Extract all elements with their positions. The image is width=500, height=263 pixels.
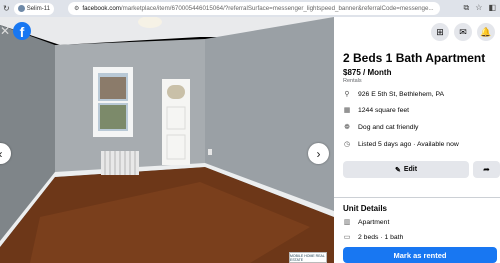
watermark-text: MOBILE HOME REAL ESTATE — [290, 253, 325, 262]
toolbar-left: ↻ Selim-11 — [0, 2, 54, 15]
close-icon[interactable]: ✕ — [0, 24, 10, 38]
listing-photo — [0, 17, 334, 263]
location-pin-icon: ⚲ — [344, 91, 350, 98]
url-path: /marketplace/item/670005446015064/?refer… — [120, 5, 434, 12]
detail-size-text: 1244 square feet — [358, 106, 410, 114]
listing-price: $875 / Month — [343, 68, 392, 77]
detail-listed-text: Listed 5 days ago · Available now — [358, 140, 459, 148]
share-button[interactable]: ➦ — [473, 161, 500, 178]
detail-listed: ◷ Listed 5 days ago · Available now — [343, 140, 459, 149]
unit-type: ▥ Apartment — [343, 218, 390, 227]
floor-plan-icon: ▦ — [343, 107, 351, 114]
notifications-icon[interactable]: 🔔 — [477, 23, 495, 41]
detail-pets: ❁ Dog and cat friendly — [343, 123, 419, 132]
cast-icon[interactable]: ⧉ — [464, 3, 470, 13]
unit-rooms-text: 2 beds · 1 bath — [358, 233, 404, 241]
edit-label: Edit — [403, 166, 418, 173]
listing-title: 2 Beds 1 Bath Apartment — [343, 51, 486, 65]
unit-details-heading: Unit Details — [343, 204, 388, 213]
url-domain: facebook.com — [82, 5, 121, 12]
profile-avatar — [17, 5, 25, 12]
apartment-icon: ▥ — [343, 219, 351, 226]
address-bar[interactable]: ⚙ facebook.com/marketplace/item/67000544… — [68, 2, 440, 15]
edit-button[interactable]: ✎ Edit — [343, 161, 469, 178]
watermark-logo: MOBILE HOME REAL ESTATE — [289, 252, 327, 263]
detail-address-text: 926 E 5th St, Bethlehem, PA — [358, 90, 445, 98]
bookmark-star-icon[interactable]: ☆ — [475, 3, 482, 13]
listing-panel: ⊞ ✉ 🔔 2 Beds 1 Bath Apartment $875 / Mon… — [334, 17, 500, 263]
menu-grid-icon[interactable]: ⊞ — [431, 23, 449, 41]
chevron-left-icon: ‹ — [0, 147, 3, 161]
facebook-logo-icon[interactable]: f — [13, 22, 31, 40]
detail-pets-text: Dog and cat friendly — [358, 123, 419, 131]
pencil-icon: ✎ — [394, 166, 401, 174]
messenger-icon[interactable]: ✉ — [454, 23, 472, 41]
mark-as-rented-button[interactable]: Mark as rented — [343, 247, 497, 263]
browser-toolbar: ↻ Selim-11 ⚙ facebook.com/marketplace/it… — [0, 0, 500, 17]
panel-top-bar: ⊞ ✉ 🔔 — [334, 17, 500, 47]
next-photo-button[interactable]: › — [308, 143, 329, 164]
divider — [334, 197, 500, 198]
photo-viewer: ✕ f ‹ › MOBILE HOME REAL ESTATE — [0, 17, 334, 263]
profile-chip[interactable]: Selim-11 — [13, 2, 54, 15]
site-info-icon[interactable]: ⚙ — [74, 5, 79, 12]
bed-icon: ▭ — [343, 234, 351, 241]
share-arrow-icon: ➦ — [483, 165, 490, 174]
mark-as-rented-label: Mark as rented — [393, 250, 447, 260]
reload-icon[interactable]: ↻ — [3, 4, 10, 13]
unit-rooms: ▭ 2 beds · 1 bath — [343, 233, 404, 242]
paw-icon: ❁ — [344, 124, 350, 131]
unit-type-text: Apartment — [358, 218, 390, 226]
toolbar-right: ⧉ ☆ ◧ — [464, 3, 496, 13]
detail-size: ▦ 1244 square feet — [343, 106, 410, 115]
action-row: ✎ Edit ➦ — [343, 161, 500, 178]
detail-address[interactable]: ⚲ 926 E 5th St, Bethlehem, PA — [343, 90, 445, 99]
profile-label: Selim-11 — [26, 5, 50, 12]
chevron-right-icon: › — [316, 146, 321, 161]
listing-category[interactable]: Rentals — [343, 78, 362, 84]
extension-icon[interactable]: ◧ — [488, 3, 496, 13]
clock-icon: ◷ — [343, 141, 351, 148]
